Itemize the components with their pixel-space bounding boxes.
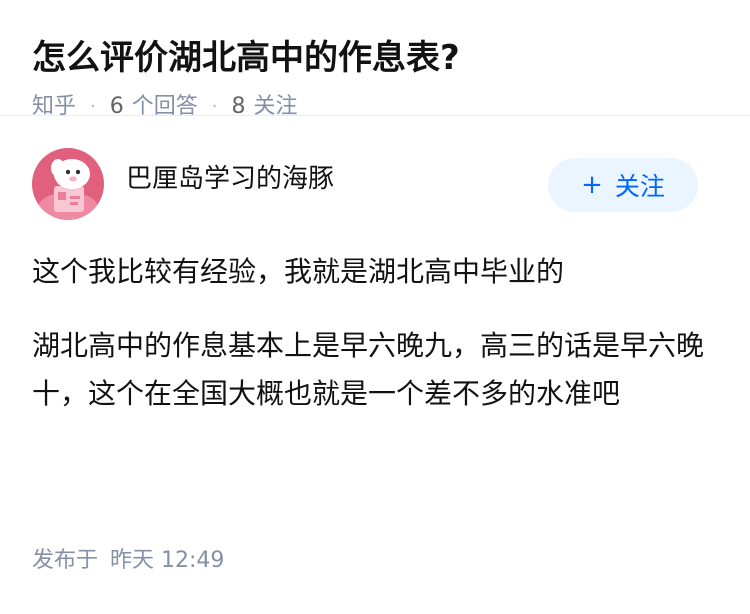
question-header: 怎么评价湖北高中的作息表? 知乎 · 6 个回答 · 8 关注 — [0, 0, 750, 119]
separator-dot: · — [90, 96, 96, 117]
question-title[interactable]: 怎么评价湖北高中的作息表? — [32, 36, 718, 80]
author-name[interactable]: 巴厘岛学习的海豚 — [126, 162, 334, 196]
avatar[interactable] — [32, 148, 104, 220]
follower-count: 8 — [231, 94, 246, 119]
answer-paragraph: 湖北高中的作息基本上是早六晚九，高三的话是早六晚十，这个在全国大概也就是一个差不… — [32, 329, 705, 410]
publish-time: 昨天 12:49 — [110, 548, 225, 573]
answer-paragraph: 这个我比较有经验，我就是湖北高中毕业的 — [32, 255, 565, 288]
publish-label: 发布于 — [32, 548, 99, 573]
source-label[interactable]: 知乎 — [32, 92, 76, 122]
follow-button-label: 关注 — [614, 172, 665, 201]
author-row: 巴厘岛学习的海豚 + 关注 — [32, 148, 718, 220]
follower-count-label: 关注 — [253, 94, 298, 119]
question-meta: 知乎 · 6 个回答 · 8 关注 — [32, 92, 718, 122]
publish-info: 发布于 昨天 12:49 — [32, 546, 224, 576]
answer-count-label: 个回答 — [131, 94, 198, 119]
answer-count: 6 — [109, 94, 124, 119]
answer-content: 这个我比较有经验，我就是湖北高中毕业的 湖北高中的作息基本上是早六晚九，高三的话… — [32, 248, 718, 418]
follow-button[interactable]: + 关注 — [548, 158, 698, 212]
separator-dot: · — [211, 96, 218, 117]
plus-icon: + — [581, 170, 603, 200]
dolphin-avatar-icon — [32, 148, 104, 220]
answer-page: 怎么评价湖北高中的作息表? 知乎 · 6 个回答 · 8 关注 巴厘岛学习的海豚… — [0, 0, 750, 614]
